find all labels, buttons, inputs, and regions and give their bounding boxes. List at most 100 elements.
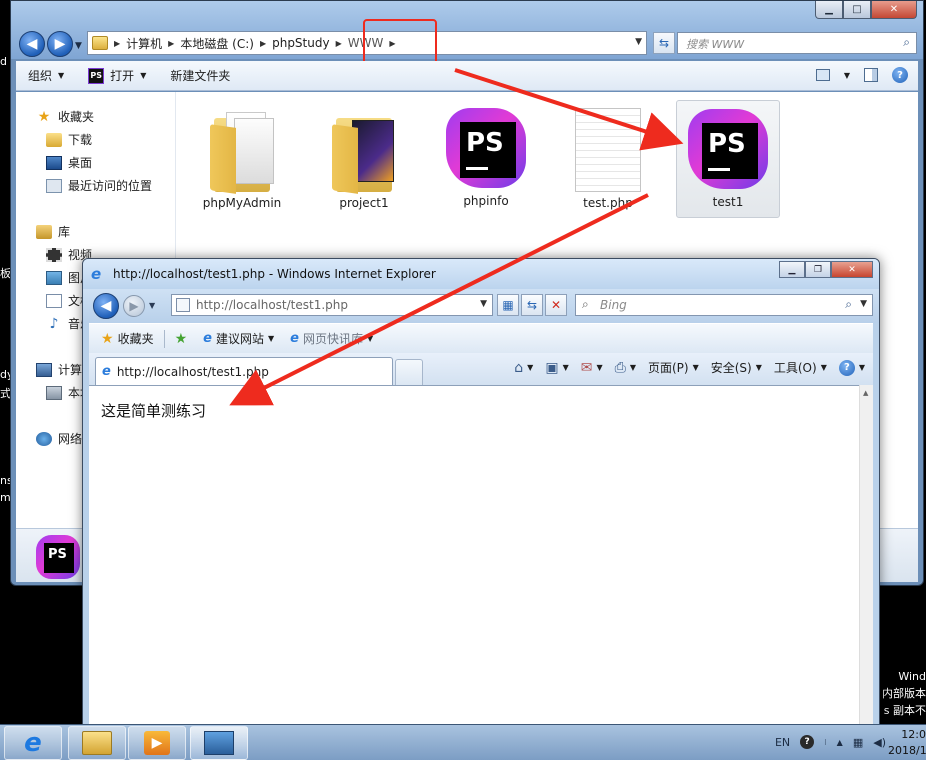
stop-button[interactable]: ✕ (545, 294, 567, 316)
file-item-project1[interactable]: project1 (312, 100, 416, 218)
chevron-right-icon[interactable]: ▶ (260, 39, 266, 48)
nav-desktop[interactable]: 桌面 (46, 154, 92, 171)
breadcrumb-phpstudy[interactable]: phpStudy (272, 36, 330, 50)
file-item-phpinfo[interactable]: PS phpinfo (434, 100, 538, 218)
chevron-right-icon[interactable]: ▶ (336, 39, 342, 48)
add-favorite-button[interactable]: ★ (169, 331, 194, 347)
minimize-button[interactable]: ▁ (779, 261, 805, 278)
file-label: test1 (712, 195, 744, 209)
breadcrumb-local-disk[interactable]: 本地磁盘 (C:) (180, 35, 254, 52)
new-folder-label: 新建文件夹 (170, 69, 231, 83)
phpstorm-icon: PS (36, 535, 80, 579)
star-icon: ★ (101, 330, 114, 347)
tab-test1[interactable]: e http://localhost/test1.php (95, 357, 393, 385)
back-button[interactable]: ◀ (19, 31, 45, 57)
ie-logo-icon: e (24, 728, 42, 758)
web-slice-label: 网页快讯库 (302, 332, 363, 346)
compatibility-view-button[interactable]: ▦ (497, 294, 519, 316)
nav-label: 最近访问的位置 (68, 179, 153, 193)
nav-downloads[interactable]: 下载 (46, 131, 92, 148)
new-tab-button[interactable] (395, 359, 423, 385)
taskbar-explorer-button[interactable] (68, 726, 126, 760)
new-folder-button[interactable]: 新建文件夹 (158, 67, 242, 84)
view-options-icon[interactable] (815, 69, 830, 81)
search-input[interactable]: ⌕ Bing ⌕ ▼ (575, 294, 873, 316)
file-item-test1[interactable]: PS test1 (676, 100, 780, 218)
help-icon[interactable]: ? (892, 67, 908, 83)
nav-label: 桌面 (68, 156, 93, 170)
music-icon: ♪ (49, 315, 59, 332)
tools-menu[interactable]: 工具(O) ▼ (774, 359, 827, 376)
chevron-down-icon[interactable]: ▼ (149, 301, 155, 310)
chevron-down-icon[interactable]: ▼ (635, 37, 642, 47)
chevron-right-icon[interactable]: ▶ (168, 39, 174, 48)
organize-button[interactable]: 组织 ▼ (16, 67, 76, 84)
page-menu-label: 页面(P) (647, 361, 689, 375)
address-input[interactable]: http://localhost/test1.php ▼ (171, 294, 493, 316)
close-button[interactable]: ✕ (831, 261, 873, 278)
network-icon (36, 431, 52, 446)
scroll-up-icon[interactable]: ▲ (863, 389, 868, 397)
home-button[interactable]: ⌂ ▼ (514, 360, 533, 376)
nav-network[interactable]: 网络 (36, 430, 82, 447)
search-icon[interactable]: ⌕ (903, 35, 910, 50)
nav-libraries[interactable]: 库 (36, 223, 70, 240)
chevron-right-icon[interactable]: ▶ (114, 39, 120, 48)
forward-button[interactable]: ▶ (47, 31, 73, 57)
page-icon (176, 298, 190, 312)
safety-menu[interactable]: 安全(S) ▼ (711, 359, 762, 376)
restore-button[interactable]: ❐ (805, 261, 831, 278)
file-item-phpmyadmin[interactable]: phpMyAdmin (190, 100, 294, 218)
show-hidden-icons-button[interactable]: ▲ (837, 738, 843, 747)
folder-icon (332, 108, 396, 194)
web-slice-gallery-link[interactable]: e 网页快讯库 ▼ (284, 330, 379, 347)
nav-label: 收藏夹 (58, 110, 95, 124)
taskbar-media-player-button[interactable]: ▶ (128, 726, 186, 760)
mail-button[interactable]: ✉ ▼ (581, 360, 603, 376)
help-menu[interactable]: ? ▼ (838, 359, 865, 376)
breadcrumb-computer[interactable]: 计算机 (126, 35, 162, 52)
nav-favorites[interactable]: ★ 收藏夹 (36, 108, 94, 125)
feeds-button[interactable]: ▣ ▼ (545, 360, 568, 376)
chevron-down-icon[interactable]: ▼ (860, 299, 867, 309)
open-button[interactable]: PS 打开 ▼ (76, 67, 158, 84)
forward-button[interactable]: ▶ (123, 295, 145, 317)
volume-icon[interactable]: ◀) (873, 736, 886, 749)
file-label: phpinfo (463, 194, 509, 208)
tab-bar: e http://localhost/test1.php ⌂ ▼ ▣ ▼ ✉ ▼ ⎙ ▼… (89, 353, 873, 385)
favorites-bar: ★ 收藏夹 ★ e 建议网站 ▼ e 网页快讯库 ▼ (89, 323, 873, 353)
clock-date: 2018/1 (888, 744, 926, 757)
library-icon (36, 224, 52, 239)
minimize-button[interactable]: ▁ (815, 1, 843, 19)
chevron-down-icon[interactable]: ▼ (480, 299, 487, 309)
refresh-button[interactable]: ⇆ (653, 32, 675, 54)
taskbar-network-app-button[interactable] (190, 726, 248, 760)
language-indicator[interactable]: EN (775, 736, 790, 749)
page-menu[interactable]: 页面(P) ▼ (648, 359, 699, 376)
search-placeholder: 搜索 WWW (686, 38, 745, 51)
help-icon[interactable]: ? (800, 735, 815, 749)
document-icon (575, 108, 641, 192)
print-button[interactable]: ⎙ ▼ (615, 360, 636, 376)
nav-label: 下载 (68, 133, 93, 147)
chevron-down-icon[interactable]: ▼ (844, 71, 850, 80)
tray-expand-icon[interactable]: ⁝ (824, 738, 827, 747)
maximize-button[interactable]: □ (843, 1, 871, 19)
back-button[interactable]: ◀ (93, 293, 119, 319)
favorites-button[interactable]: ★ 收藏夹 (95, 330, 160, 347)
network-status-icon[interactable]: ▦ (853, 736, 863, 749)
history-dropdown-icon[interactable]: ▼ (75, 41, 82, 51)
nav-recent[interactable]: 最近访问的位置 (46, 177, 152, 194)
vertical-scrollbar[interactable]: ▲ (859, 385, 873, 759)
search-icon[interactable]: ⌕ (845, 297, 852, 312)
suggested-sites-link[interactable]: e 建议网站 ▼ (197, 330, 280, 347)
system-tray: EN ? ⁝ ▲ ▦ ◀) (775, 735, 886, 749)
search-input[interactable]: 搜索 WWW ⌕ (677, 32, 917, 54)
refresh-button[interactable]: ⇆ (521, 294, 543, 316)
page-text: 这是简单测练习 (101, 402, 207, 420)
taskbar-ie-button[interactable]: e (4, 726, 62, 760)
preview-pane-icon[interactable] (864, 68, 878, 82)
clock[interactable]: 12:0 2018/1 (888, 727, 926, 759)
file-item-test-php[interactable]: test.php (556, 100, 660, 218)
close-button[interactable]: ✕ (871, 1, 917, 19)
